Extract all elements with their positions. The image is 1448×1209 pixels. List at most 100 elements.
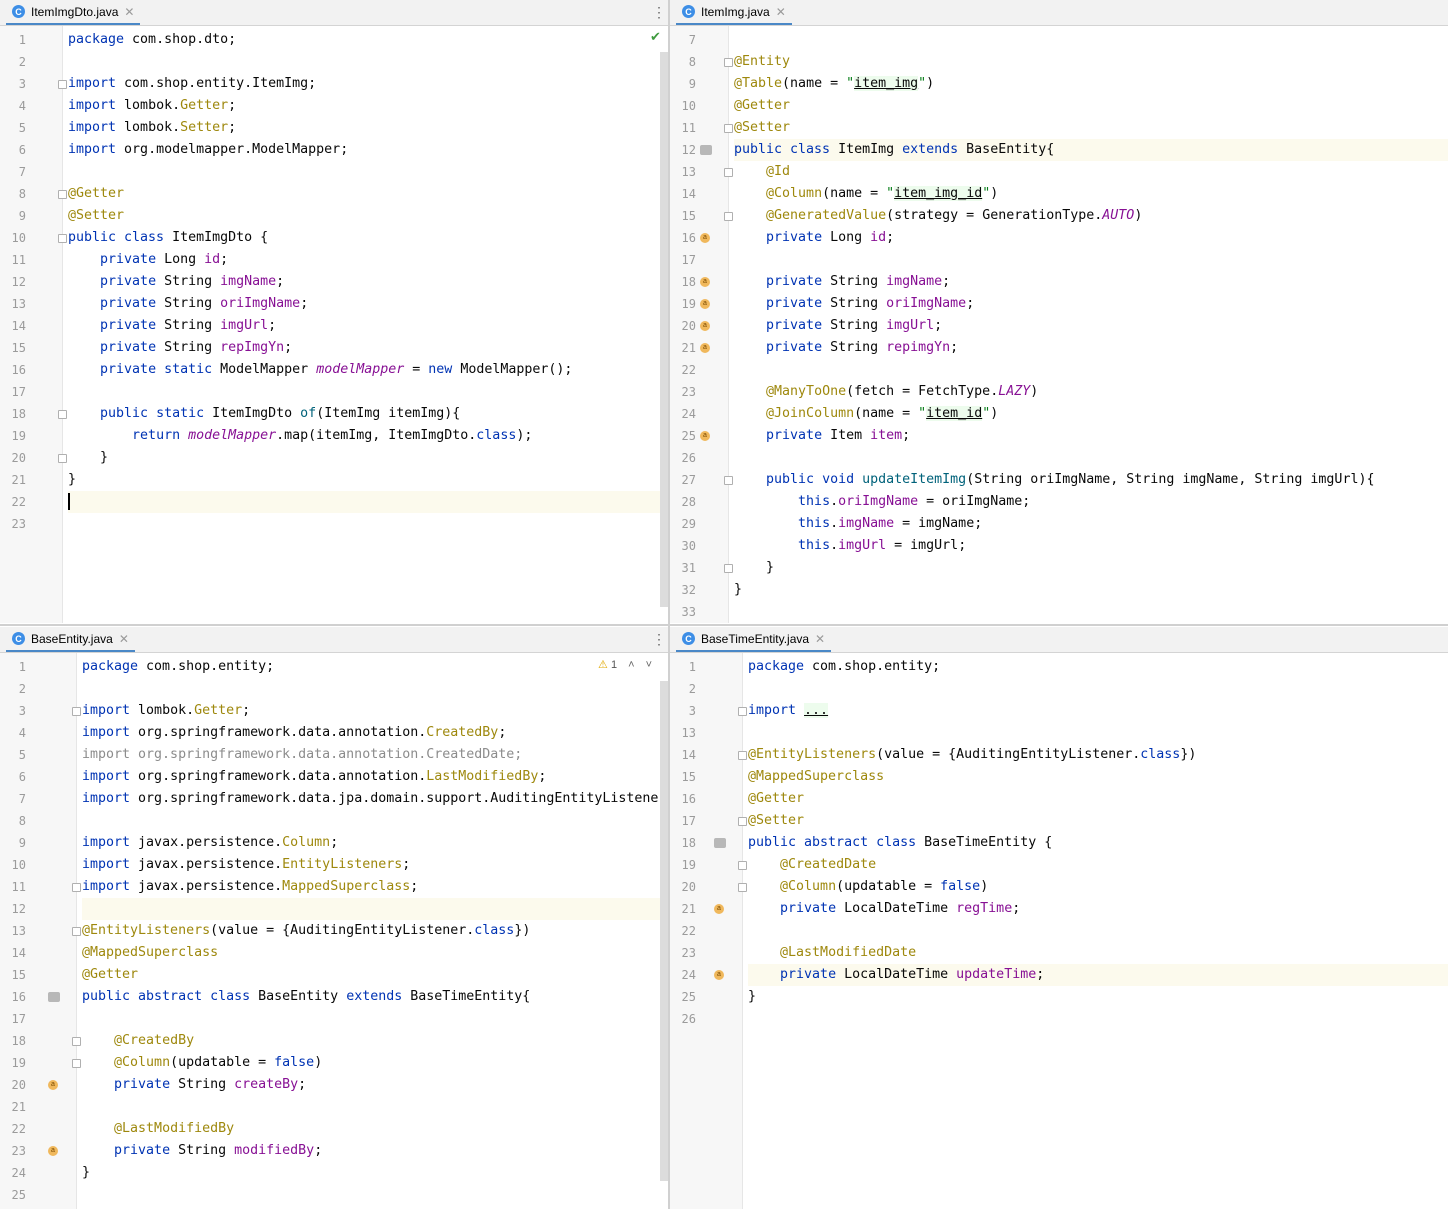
field-annotation-icon[interactable]: a — [48, 1146, 58, 1156]
line-number[interactable]: 33 — [670, 605, 696, 619]
code-line[interactable]: @Column(name = "item_img_id") — [734, 183, 1448, 205]
line-number[interactable]: 6 — [0, 143, 26, 157]
code-line[interactable]: import com.shop.entity.ItemImg; — [68, 73, 668, 95]
line-number[interactable]: 23 — [670, 385, 696, 399]
line-number[interactable]: 4 — [0, 726, 26, 740]
fold-marker-icon[interactable] — [58, 190, 67, 199]
code-line[interactable]: this.oriImgName = oriImgName; — [734, 491, 1448, 513]
line-number[interactable]: 15 — [670, 209, 696, 223]
fold-marker-icon[interactable] — [738, 883, 747, 892]
line-number[interactable]: 20 — [670, 319, 696, 333]
code-line[interactable] — [68, 513, 668, 535]
line-number[interactable]: 31 — [670, 561, 696, 575]
code-line[interactable]: public abstract class BaseEntity extends… — [82, 986, 668, 1008]
code-line[interactable]: @MappedSuperclass — [82, 942, 668, 964]
line-number[interactable]: 3 — [670, 704, 696, 718]
line-number[interactable]: 27 — [670, 473, 696, 487]
line-number[interactable]: 25 — [670, 990, 696, 1004]
line-number[interactable]: 17 — [0, 385, 26, 399]
line-number[interactable]: 15 — [670, 770, 696, 784]
line-number[interactable]: 9 — [0, 836, 26, 850]
code-line[interactable]: import javax.persistence.MappedSuperclas… — [82, 876, 668, 898]
fold-marker-icon[interactable] — [58, 234, 67, 243]
code-line[interactable]: @JoinColumn(name = "item_id") — [734, 403, 1448, 425]
code-line[interactable]: } — [734, 557, 1448, 579]
line-number[interactable]: 5 — [0, 121, 26, 135]
line-number[interactable]: 26 — [670, 1012, 696, 1026]
line-number[interactable]: 13 — [670, 165, 696, 179]
field-annotation-icon[interactable]: a — [700, 277, 710, 287]
code-line[interactable]: package com.shop.entity; — [82, 656, 668, 678]
line-number[interactable]: 21 — [670, 341, 696, 355]
code-line[interactable] — [748, 722, 1448, 744]
code-line[interactable] — [734, 601, 1448, 623]
line-number[interactable]: 12 — [0, 275, 26, 289]
line-number[interactable]: 14 — [0, 946, 26, 960]
code-line[interactable]: @ManyToOne(fetch = FetchType.LAZY) — [734, 381, 1448, 403]
line-number[interactable]: 28 — [670, 495, 696, 509]
code-line[interactable]: private String createBy; — [82, 1074, 668, 1096]
tab-baseentity[interactable]: C BaseEntity.java ✕ — [6, 627, 135, 652]
code-area[interactable]: package com.shop.entity; import ... @Entit… — [748, 653, 1448, 1209]
code-line[interactable]: } — [82, 1162, 668, 1184]
fold-marker-icon[interactable] — [738, 751, 747, 760]
code-line[interactable]: private LocalDateTime updateTime; — [748, 964, 1448, 986]
line-number[interactable]: 12 — [670, 143, 696, 157]
kebab-menu-icon[interactable]: ⋮ — [652, 4, 666, 20]
code-line[interactable]: @Getter — [734, 95, 1448, 117]
line-number[interactable]: 13 — [0, 297, 26, 311]
line-number[interactable]: 22 — [0, 1122, 26, 1136]
code-line[interactable]: private String imgName; — [734, 271, 1448, 293]
code-line[interactable]: @LastModifiedDate — [748, 942, 1448, 964]
line-number[interactable]: 6 — [0, 770, 26, 784]
line-number[interactable]: 10 — [670, 99, 696, 113]
code-line[interactable]: private String modifiedBy; — [82, 1140, 668, 1162]
line-number[interactable]: 20 — [0, 451, 26, 465]
line-number[interactable]: 32 — [670, 583, 696, 597]
code-line[interactable]: @Table(name = "item_img") — [734, 73, 1448, 95]
line-number[interactable]: 24 — [670, 968, 696, 982]
line-number[interactable]: 1 — [0, 33, 26, 47]
line-number[interactable]: 17 — [670, 253, 696, 267]
code-line[interactable]: @CreatedDate — [748, 854, 1448, 876]
line-number[interactable]: 8 — [670, 55, 696, 69]
code-line[interactable] — [82, 678, 668, 700]
fold-marker-icon[interactable] — [724, 476, 733, 485]
line-number[interactable]: 11 — [0, 253, 26, 267]
code-line[interactable] — [68, 51, 668, 73]
code-line[interactable]: @CreatedBy — [82, 1030, 668, 1052]
code-line[interactable]: import lombok.Getter; — [82, 700, 668, 722]
fold-marker-icon[interactable] — [738, 817, 747, 826]
close-icon[interactable]: ✕ — [124, 5, 134, 19]
line-number[interactable]: 16 — [670, 792, 696, 806]
code-line[interactable]: import org.modelmapper.ModelMapper; — [68, 139, 668, 161]
line-number[interactable]: 2 — [0, 55, 26, 69]
line-number[interactable]: 2 — [670, 682, 696, 696]
code-line[interactable]: @Setter — [68, 205, 668, 227]
code-line[interactable]: public static ItemImgDto of(ItemImg item… — [68, 403, 668, 425]
line-number[interactable]: 17 — [670, 814, 696, 828]
line-number[interactable]: 20 — [0, 1078, 26, 1092]
database-icon[interactable] — [48, 992, 60, 1002]
code-line[interactable]: } — [68, 447, 668, 469]
code-line[interactable]: private String oriImgName; — [68, 293, 668, 315]
code-line[interactable]: } — [68, 469, 668, 491]
line-number[interactable]: 21 — [0, 1100, 26, 1114]
field-annotation-icon[interactable]: a — [714, 970, 724, 980]
line-number[interactable]: 5 — [0, 748, 26, 762]
warning-indicator[interactable]: ⚠ 1 ˄ ˅ — [598, 658, 652, 671]
line-number[interactable]: 7 — [0, 165, 26, 179]
code-line[interactable]: @Getter — [748, 788, 1448, 810]
line-number[interactable]: 25 — [670, 429, 696, 443]
code-line[interactable]: private String repImgYn; — [68, 337, 668, 359]
code-line[interactable] — [82, 810, 668, 832]
line-number[interactable]: 18 — [0, 407, 26, 421]
field-annotation-icon[interactable]: a — [700, 233, 710, 243]
code-line[interactable]: @Id — [734, 161, 1448, 183]
line-number[interactable]: 2 — [0, 682, 26, 696]
code-line[interactable]: private static ModelMapper modelMapper =… — [68, 359, 668, 381]
line-number[interactable]: 3 — [0, 704, 26, 718]
line-number[interactable]: 8 — [0, 814, 26, 828]
code-line[interactable]: } — [734, 579, 1448, 601]
line-number[interactable]: 19 — [670, 858, 696, 872]
